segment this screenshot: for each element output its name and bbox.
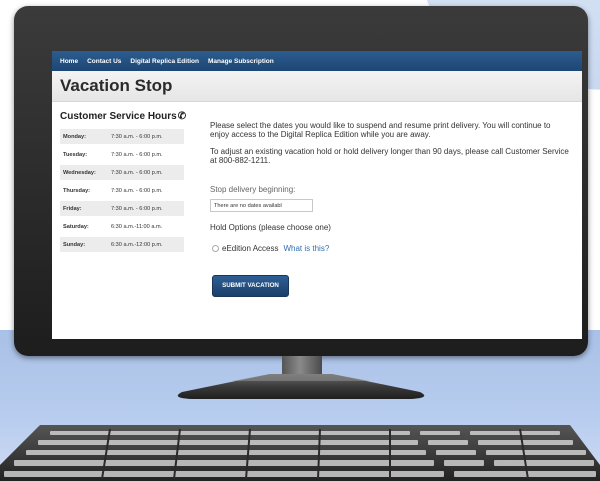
hours-time: 7:30 a.m. - 6:00 p.m.: [111, 187, 163, 194]
hours-day: Thursday:: [63, 187, 91, 194]
hours-time: 7:30 a.m. - 6:00 p.m.: [111, 169, 163, 176]
hours-row: Tuesday: 7:30 a.m. - 6:00 p.m.: [60, 147, 184, 162]
phone-icon: ✆: [177, 111, 187, 122]
nav-manage-subscription[interactable]: Manage Subscription: [208, 58, 274, 65]
hours-title-text: Customer Service Hours: [60, 111, 177, 122]
eedition-option: eEdition Access What is this?: [210, 244, 570, 253]
hours-row: Sunday: 6:30 a.m.-12:00 p.m.: [60, 237, 184, 252]
vacation-form: Please select the dates you would like t…: [210, 121, 570, 297]
adjust-text: To adjust an existing vacation hold or h…: [210, 146, 569, 166]
what-is-this-link[interactable]: What is this?: [283, 244, 329, 253]
monitor-frame: Home Contact Us Digital Replica Edition …: [14, 6, 588, 356]
nav-home[interactable]: Home: [60, 58, 78, 65]
hours-time: 7:30 a.m. - 6:00 p.m.: [111, 151, 163, 158]
page-title: Vacation Stop: [60, 76, 173, 95]
hours-row: Thursday: 7:30 a.m. - 6:00 p.m.: [60, 183, 184, 198]
hours-row: Friday: 7:30 a.m. - 6:00 p.m.: [60, 201, 184, 216]
stop-delivery-label: Stop delivery beginning:: [210, 184, 296, 194]
hours-day: Sunday:: [63, 241, 86, 248]
hours-day: Monday:: [63, 133, 86, 140]
nav-digital-replica-edition[interactable]: Digital Replica Edition: [130, 58, 199, 65]
stop-delivery-select[interactable]: There are no dates availabl: [210, 198, 313, 212]
hours-time: 6:30 a.m.-12:00 p.m.: [111, 241, 163, 248]
hours-table: Monday: 7:30 a.m. - 6:00 p.m. Tuesday: 7…: [60, 129, 184, 255]
hours-day: Friday:: [63, 205, 82, 212]
hours-day: Tuesday:: [63, 151, 88, 158]
hours-title: Customer Service Hours✆: [60, 111, 186, 122]
hours-row: Monday: 7:30 a.m. - 6:00 p.m.: [60, 129, 184, 144]
hours-time: 6:30 a.m.-11:00 a.m.: [111, 223, 163, 230]
nav-contact-us[interactable]: Contact Us: [87, 58, 121, 65]
hours-row: Wednesday: 7:30 a.m. - 6:00 p.m.: [60, 165, 184, 180]
hours-day: Saturday:: [63, 223, 89, 230]
hours-time: 7:30 a.m. - 6:00 p.m.: [111, 205, 163, 212]
eedition-label: eEdition Access: [222, 243, 279, 253]
hold-options-label: Hold Options (please choose one): [210, 222, 331, 232]
title-band: Vacation Stop: [52, 71, 582, 102]
screen: Home Contact Us Digital Replica Edition …: [52, 51, 582, 339]
hours-row: Saturday: 6:30 a.m.-11:00 a.m.: [60, 219, 184, 234]
hours-time: 7:30 a.m. - 6:00 p.m.: [111, 133, 163, 140]
submit-vacation-button[interactable]: SUBMIT VACATION: [212, 274, 289, 297]
keyboard: [0, 425, 600, 481]
eedition-radio[interactable]: [212, 244, 219, 252]
top-nav: Home Contact Us Digital Replica Edition …: [52, 51, 582, 71]
intro-text: Please select the dates you would like t…: [210, 121, 551, 140]
hours-day: Wednesday:: [63, 169, 96, 176]
